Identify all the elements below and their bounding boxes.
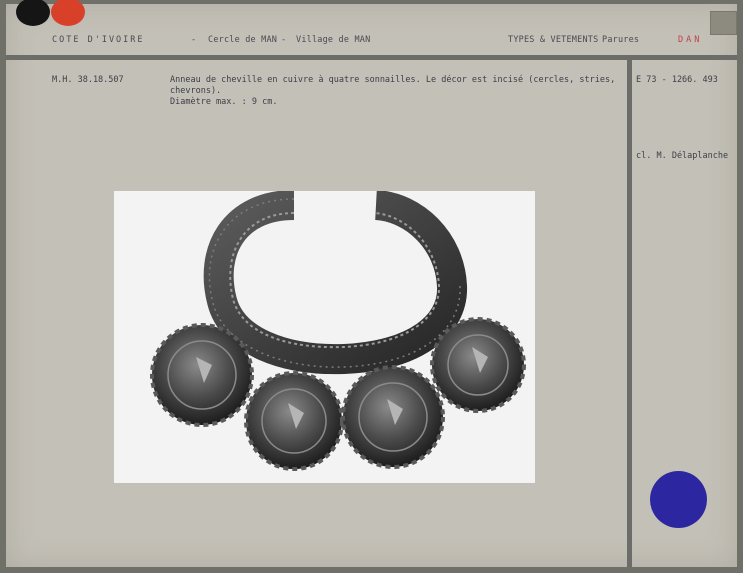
anklet-illustration: [150, 190, 526, 471]
column-rule: [627, 60, 632, 567]
photo-credit: cl. M. Délaplanche: [636, 151, 729, 161]
reference-number: E 73 - 1266. 493: [636, 75, 718, 85]
header-separator: -: [191, 35, 197, 45]
object-photograph: [114, 190, 535, 483]
subcategory-label: Parures: [602, 35, 640, 45]
object-description: Anneau de cheville en cuivre à quatre so…: [170, 75, 616, 107]
village-label: Village de MAN: [296, 35, 371, 45]
category-label: TYPES & VETEMENTS: [508, 35, 599, 45]
cercle-label: Cercle de MAN: [208, 35, 278, 45]
bell-4: [430, 317, 526, 413]
header-separator: -: [281, 35, 287, 45]
bell-1: [150, 323, 254, 427]
bell-3: [341, 365, 445, 469]
blue-marker-dot: [650, 471, 707, 528]
catalog-card: COTE D'IVOIRE - Cercle de MAN - Village …: [6, 0, 737, 567]
corner-stamp: [710, 11, 737, 35]
inventory-number: M.H. 38.18.507: [52, 75, 124, 85]
people-label: DAN: [678, 35, 703, 45]
black-marker-dot: [16, 0, 50, 26]
country-label: COTE D'IVOIRE: [52, 35, 145, 45]
bell-2: [244, 371, 344, 471]
red-marker-dot: [51, 0, 85, 26]
